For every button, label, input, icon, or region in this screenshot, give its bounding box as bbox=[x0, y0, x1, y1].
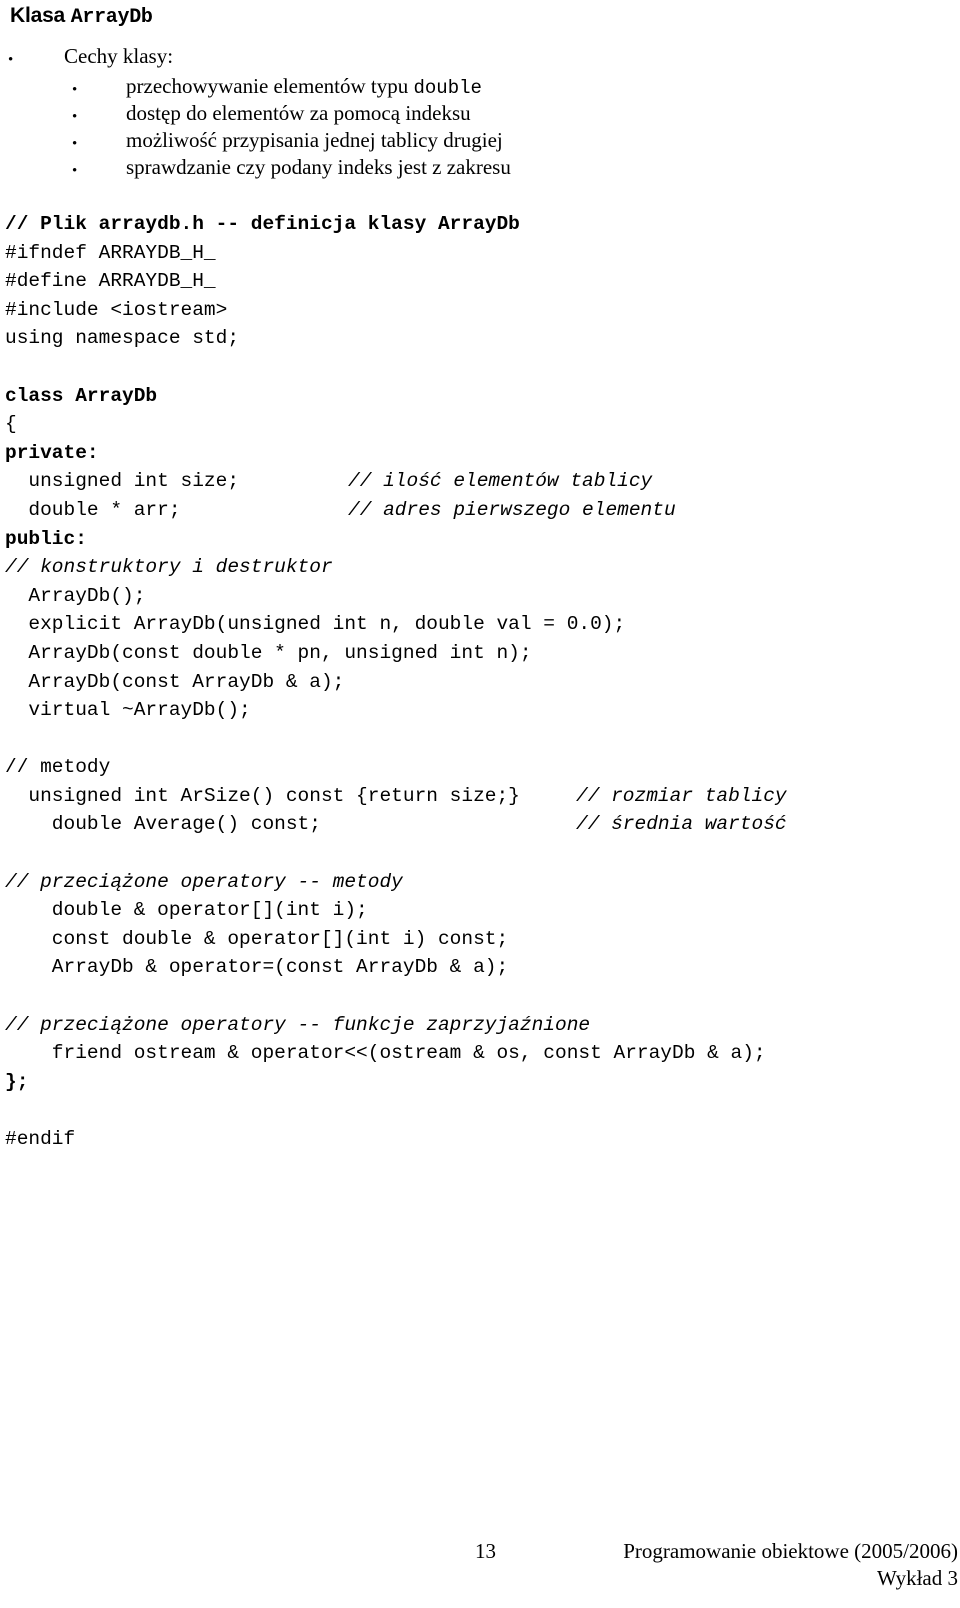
code-line-text: private: bbox=[5, 441, 99, 464]
code-line-text: virtual ~ArrayDb(); bbox=[5, 699, 251, 722]
code-line: // metody bbox=[0, 753, 960, 782]
code-line-comment: // średnia wartość bbox=[576, 813, 787, 836]
code-line-text: const double & operator[](int i) const; bbox=[5, 927, 509, 950]
bullet-dot-icon: • bbox=[72, 109, 78, 125]
page-number: 13 bbox=[475, 1539, 496, 1563]
list-item-label: Cechy klasy: bbox=[64, 44, 174, 68]
code-line: // przeciążone operatory -- funkcje zapr… bbox=[0, 1011, 960, 1040]
code-line: // przeciążone operatory -- metody bbox=[0, 868, 960, 897]
code-line-text: // konstruktory i destruktor bbox=[5, 556, 333, 579]
code-line: ArrayDb(const double * pn, unsigned int … bbox=[0, 639, 960, 668]
code-line-comment: // rozmiar tablicy bbox=[576, 784, 787, 807]
code-line: class ArrayDb bbox=[0, 382, 960, 411]
code-line: }; bbox=[0, 1068, 960, 1097]
list-item-label: sprawdzanie czy podany indeks jest z zak… bbox=[126, 155, 511, 179]
list-item-code-token: double bbox=[413, 77, 482, 99]
code-line: double & operator[](int i); bbox=[0, 896, 960, 925]
code-line: const double & operator[](int i) const; bbox=[0, 925, 960, 954]
footer-text: Programowanie obiektowe (2005/2006) Wykł… bbox=[623, 1538, 958, 1592]
code-line-text: { bbox=[5, 413, 17, 436]
code-line-text: ArrayDb & operator=(const ArrayDb & a); bbox=[5, 956, 509, 979]
code-line-text: ArrayDb(const ArrayDb & a); bbox=[5, 670, 345, 693]
code-line: { bbox=[0, 410, 960, 439]
footer-course-line: Programowanie obiektowe (2005/2006) bbox=[623, 1539, 958, 1563]
list-item: • możliwość przypisania jednej tablicy d… bbox=[0, 128, 960, 155]
page-title-prefix: Klasa bbox=[10, 4, 71, 27]
code-line: virtual ~ArrayDb(); bbox=[0, 696, 960, 725]
code-line: #ifndef ARRAYDB_H_ bbox=[0, 239, 960, 268]
code-line-text: double Average() const; bbox=[5, 813, 321, 836]
code-line-comment: // adres pierwszego elementu bbox=[348, 498, 676, 521]
list-item-text: przechowywanie elementów typu bbox=[126, 74, 414, 98]
code-line: #endif bbox=[0, 1125, 960, 1154]
features-bullet-list: • Cechy klasy: • przechowywanie elementó… bbox=[0, 44, 960, 182]
code-line: using namespace std; bbox=[0, 324, 960, 353]
code-line: ArrayDb & operator=(const ArrayDb & a); bbox=[0, 953, 960, 982]
code-line-text: explicit ArrayDb(unsigned int n, double … bbox=[5, 613, 626, 636]
code-line-text: // metody bbox=[5, 756, 111, 779]
code-line-text: public: bbox=[5, 527, 87, 550]
code-line-text: unsigned int ArSize() const {return size… bbox=[5, 784, 520, 807]
code-line-text: #ifndef ARRAYDB_H_ bbox=[5, 241, 216, 264]
footer-lecture-line: Wykład 3 bbox=[877, 1566, 958, 1590]
code-line-text: }; bbox=[5, 1070, 29, 1093]
code-line: unsigned int size; // ilość elementów tab… bbox=[0, 467, 960, 496]
page-title-class-name: ArrayDb bbox=[70, 6, 153, 29]
code-line: public: bbox=[0, 525, 960, 554]
list-item: • Cechy klasy: bbox=[0, 44, 960, 74]
code-line: // konstruktory i destruktor bbox=[0, 553, 960, 582]
list-item: • sprawdzanie czy podany indeks jest z z… bbox=[0, 155, 960, 182]
code-line: double * arr; // adres pierwszego element… bbox=[0, 496, 960, 525]
page-title: Klasa ArrayDb bbox=[10, 2, 153, 31]
code-line-text: ArrayDb(); bbox=[5, 584, 146, 607]
list-item-label: przechowywanie elementów typu double bbox=[126, 74, 482, 100]
code-listing: // Plik arraydb.h -- definicja klasy Arr… bbox=[0, 210, 960, 1154]
bullet-dot-icon: • bbox=[8, 52, 14, 68]
list-item-label: możliwość przypisania jednej tablicy dru… bbox=[126, 128, 503, 152]
code-line-text: class ArrayDb bbox=[5, 384, 158, 407]
code-line: // Plik arraydb.h -- definicja klasy Arr… bbox=[0, 210, 960, 239]
bullet-dot-icon: • bbox=[72, 163, 78, 179]
code-line: #include <iostream> bbox=[0, 296, 960, 325]
code-line: friend ostream & operator<<(ostream & os… bbox=[0, 1039, 960, 1068]
code-line: ArrayDb(); bbox=[0, 582, 960, 611]
list-item-label: dostęp do elementów za pomocą indeksu bbox=[126, 101, 471, 125]
code-line-text: // Plik arraydb.h -- definicja klasy Arr… bbox=[5, 213, 520, 235]
code-line-text: friend ostream & operator<<(ostream & os… bbox=[5, 1042, 766, 1065]
list-item: • przechowywanie elementów typu double bbox=[0, 74, 960, 101]
code-line-text: #endif bbox=[5, 1128, 76, 1150]
code-line: ArrayDb(const ArrayDb & a); bbox=[0, 668, 960, 697]
code-line-text: double * arr; bbox=[5, 498, 181, 521]
code-line-text: #define ARRAYDB_H_ bbox=[5, 270, 216, 293]
code-line-text: #include <iostream> bbox=[5, 298, 228, 321]
code-line-text: // przeciążone operatory -- funkcje zapr… bbox=[5, 1013, 591, 1036]
code-line-text: using namespace std; bbox=[5, 327, 240, 350]
code-line-text: ArrayDb(const double * pn, unsigned int … bbox=[5, 641, 532, 664]
bullet-dot-icon: • bbox=[72, 82, 78, 98]
code-line: private: bbox=[0, 439, 960, 468]
bullet-dot-icon: • bbox=[72, 136, 78, 152]
list-item: • dostęp do elementów za pomocą indeksu bbox=[0, 101, 960, 128]
code-line-comment: // ilość elementów tablicy bbox=[348, 470, 653, 493]
code-line-text: // przeciążone operatory -- metody bbox=[5, 870, 403, 893]
code-line-text: double & operator[](int i); bbox=[5, 899, 368, 922]
page-footer: 13 Programowanie obiektowe (2005/2006) W… bbox=[0, 1538, 960, 1608]
code-line: explicit ArrayDb(unsigned int n, double … bbox=[0, 610, 960, 639]
code-line: unsigned int ArSize() const {return size… bbox=[0, 782, 960, 811]
slide-page: Klasa ArrayDb • Cechy klasy: • przechowy… bbox=[0, 0, 960, 1608]
code-line: double Average() const; // średnia wartoś… bbox=[0, 810, 960, 839]
code-line-text: unsigned int size; bbox=[5, 470, 240, 493]
code-line: #define ARRAYDB_H_ bbox=[0, 267, 960, 296]
